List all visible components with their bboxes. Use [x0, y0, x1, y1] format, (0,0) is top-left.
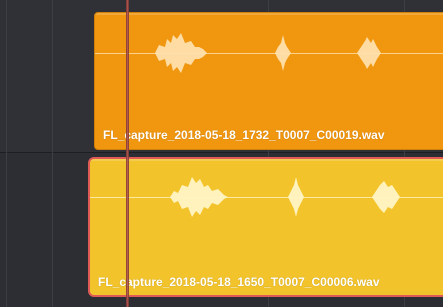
playhead[interactable] — [126, 0, 129, 307]
audio-clip-2-selected[interactable]: FL_capture_2018-05-18_1650_T0007_C00006.… — [88, 157, 443, 297]
grid-line — [52, 0, 53, 307]
track-divider — [0, 152, 443, 153]
clip-name: FL_capture_2018-05-18_1650_T0007_C00006.… — [98, 275, 380, 289]
audio-clip-1[interactable]: FL_capture_2018-05-18_1732_T0007_C00019.… — [94, 12, 443, 150]
grid-line — [6, 0, 7, 307]
clip-name: FL_capture_2018-05-18_1732_T0007_C00019.… — [103, 128, 385, 142]
audio-timeline[interactable]: FL_capture_2018-05-18_1732_T0007_C00019.… — [0, 0, 443, 307]
